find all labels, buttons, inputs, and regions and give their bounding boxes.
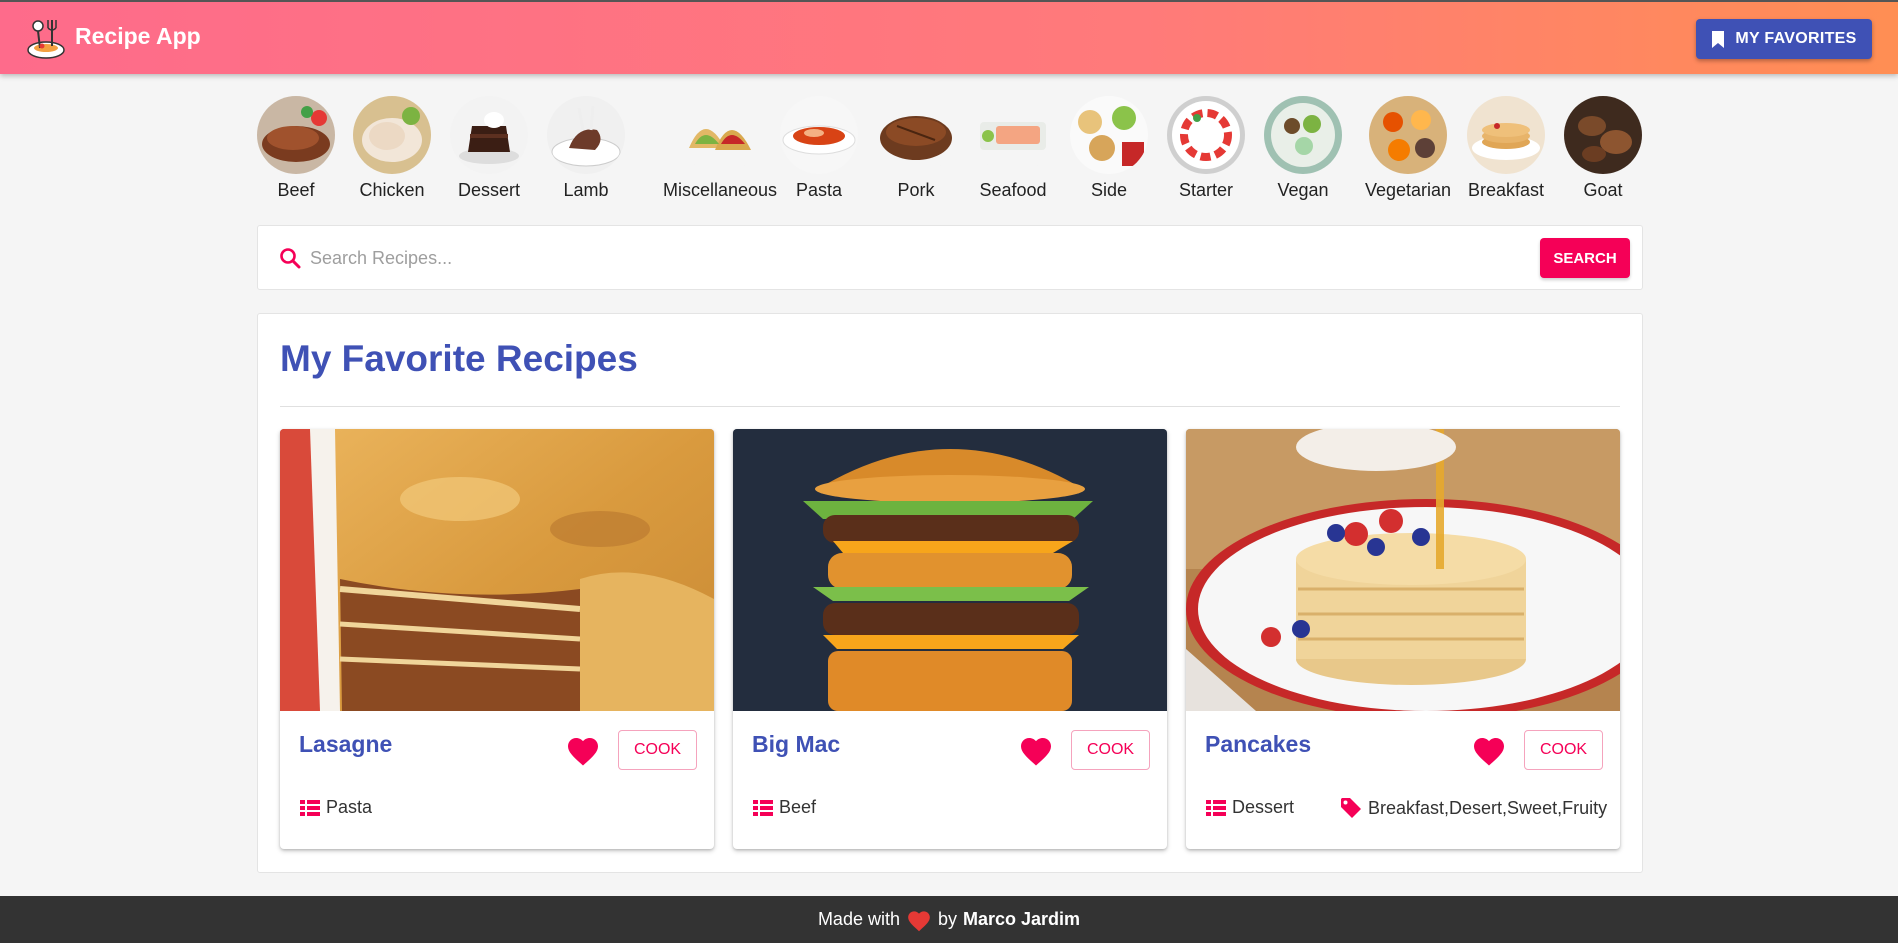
recipe-title: Lasagne	[299, 731, 393, 757]
category-seafood[interactable]: Seafood	[974, 96, 1052, 201]
footer-by: by	[937, 909, 957, 929]
vegan-thumbnail	[1264, 96, 1342, 174]
my-favorites-button[interactable]: MY FAVORITES	[1696, 19, 1872, 59]
bookmark-icon	[1712, 30, 1725, 48]
recipe-title: Big Mac	[752, 731, 841, 757]
vegetarian-thumbnail	[1369, 96, 1448, 174]
app-title: Recipe App	[75, 23, 201, 49]
favorite-heart-icon[interactable]	[1018, 733, 1054, 767]
footer-made-with: Made with	[817, 909, 900, 929]
category-label: Miscellaneous	[663, 180, 778, 200]
favorites-panel: My Favorite Recipes Lasagne COOK Pasta B…	[257, 313, 1643, 873]
recipe-category: Beef	[753, 797, 816, 818]
chef-logo-icon	[27, 20, 65, 59]
cook-button[interactable]: COOK	[1524, 730, 1603, 770]
list-icon	[753, 799, 773, 816]
category-dessert[interactable]: Dessert	[450, 96, 528, 201]
category-side[interactable]: Side	[1070, 96, 1148, 201]
category-vegetarian[interactable]: Vegetarian	[1365, 96, 1451, 201]
search-input[interactable]	[310, 242, 1460, 274]
category-label: Seafood	[979, 180, 1047, 200]
miscellaneous-thumbnail	[681, 96, 760, 174]
category-label: Starter	[1178, 180, 1234, 200]
category-label: Beef	[277, 180, 315, 200]
recipe-card-pancakes[interactable]: Pancakes COOK Dessert Breakfast,Desert,S…	[1186, 429, 1620, 849]
tags-text: Breakfast,Desert,Sweet,Fruity	[1368, 797, 1608, 818]
category-beef[interactable]: Beef	[257, 96, 335, 201]
footer-author[interactable]: Marco Jardim	[963, 909, 1080, 930]
lasagne-image	[280, 429, 714, 711]
category-label: Dessert	[457, 180, 520, 200]
search-button[interactable]: SEARCH	[1540, 238, 1630, 278]
category-label: Pork	[897, 180, 935, 200]
category-label: Pasta	[795, 180, 843, 200]
category-text: Beef	[779, 797, 817, 817]
category-breakfast[interactable]: Breakfast	[1467, 96, 1545, 201]
pork-thumbnail	[877, 96, 955, 174]
category-starter[interactable]: Starter	[1167, 96, 1245, 201]
category-miscellaneous[interactable]: Miscellaneous	[663, 96, 777, 201]
category-label: Lamb	[563, 180, 609, 200]
big-mac-image	[733, 429, 1167, 711]
heart-icon	[908, 910, 930, 931]
favorite-heart-icon[interactable]	[565, 733, 601, 767]
footer: Made with by Marco Jardim	[0, 896, 1898, 943]
my-favorites-label: MY FAVORITES	[1735, 30, 1857, 47]
category-goat[interactable]: Goat	[1564, 96, 1642, 201]
beef-thumbnail	[257, 96, 335, 174]
chicken-thumbnail	[353, 96, 431, 174]
recipe-tags: Breakfast,Desert,Sweet,Fruity	[1340, 797, 1607, 819]
pasta-thumbnail	[780, 96, 858, 174]
category-text: Pasta	[326, 797, 373, 817]
category-label: Side	[1090, 180, 1128, 200]
category-label: Vegetarian	[1365, 180, 1452, 200]
goat-thumbnail	[1564, 96, 1642, 174]
recipe-title: Pancakes	[1205, 731, 1312, 757]
category-pork[interactable]: Pork	[877, 96, 955, 201]
recipe-category: Dessert	[1206, 797, 1294, 818]
recipe-card-big-mac[interactable]: Big Mac COOK Beef	[733, 429, 1167, 849]
category-vegan[interactable]: Vegan	[1264, 96, 1342, 201]
side-thumbnail	[1070, 96, 1148, 174]
category-chicken[interactable]: Chicken	[353, 96, 431, 201]
recipe-card-lasagne[interactable]: Lasagne COOK Pasta	[280, 429, 714, 849]
tag-icon	[1341, 798, 1361, 818]
list-icon	[1206, 799, 1226, 816]
dessert-thumbnail	[450, 96, 528, 174]
search-icon	[280, 248, 301, 269]
favorite-heart-icon[interactable]	[1471, 733, 1507, 767]
category-label: Vegan	[1277, 180, 1329, 200]
category-text: Dessert	[1232, 797, 1295, 817]
category-label: Goat	[1583, 180, 1623, 200]
cook-button[interactable]: COOK	[618, 730, 697, 770]
pancakes-image	[1186, 429, 1620, 711]
lamb-thumbnail	[547, 96, 625, 174]
cook-button[interactable]: COOK	[1071, 730, 1150, 770]
app-header: Recipe App MY FAVORITES	[0, 0, 1898, 74]
starter-thumbnail	[1167, 96, 1245, 174]
divider	[280, 406, 1620, 407]
category-pasta[interactable]: Pasta	[780, 96, 858, 201]
category-lamb[interactable]: Lamb	[547, 96, 625, 201]
page-title: My Favorite Recipes	[280, 338, 638, 379]
seafood-thumbnail	[974, 96, 1052, 174]
list-icon	[300, 799, 320, 816]
breakfast-thumbnail	[1467, 96, 1545, 174]
category-label: Breakfast	[1467, 180, 1545, 200]
search-bar: SEARCH	[257, 225, 1643, 290]
category-label: Chicken	[359, 180, 425, 200]
recipe-category: Pasta	[300, 797, 372, 818]
